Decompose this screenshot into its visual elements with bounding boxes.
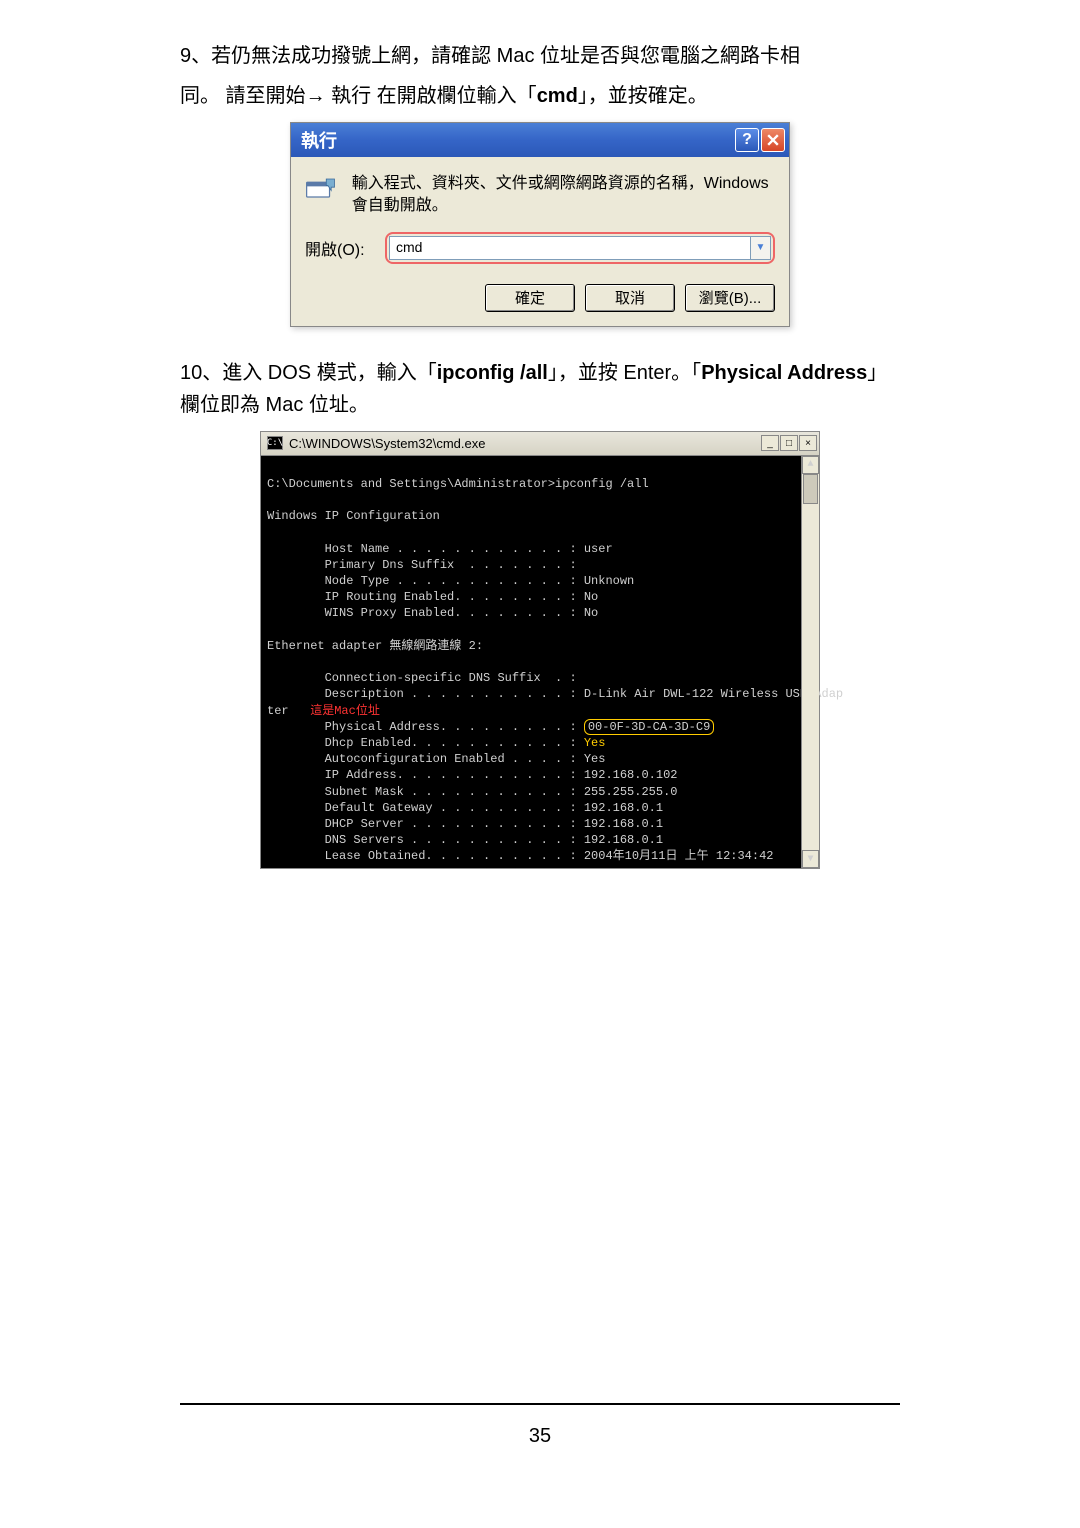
cmd-winsproxy: WINS Proxy Enabled. . . . . . . . : No [267, 606, 598, 620]
step9-mid: 執行 在開啟欄位輸入「 [326, 85, 537, 107]
scroll-thumb[interactable] [803, 474, 818, 504]
titlebar-buttons: ? [735, 128, 785, 152]
cmd-titlebar: C:\ C:\WINDOWS\System32\cmd.exe _ □ × [261, 432, 819, 456]
cmd-description: Description . . . . . . . . . . . : D-Li… [267, 687, 843, 701]
cmd-conndns: Connection-specific DNS Suffix . : [267, 671, 577, 685]
cmd-dhcp-label: Dhcp Enabled. . . . . . . . . . . : [267, 736, 584, 750]
arrow-icon: → [306, 85, 326, 107]
cmd-title: C:\WINDOWS\System32\cmd.exe [289, 436, 485, 451]
open-label: 開啟(O): [305, 236, 375, 260]
cmd-ipaddr: IP Address. . . . . . . . . . . . : 192.… [267, 768, 677, 782]
mac-note-label: 這是Mac位址 [289, 704, 380, 718]
cmd-hostname: Host Name . . . . . . . . . . . . : user [267, 542, 613, 556]
step9-line1: 9、若仍無法成功撥號上網，請確認 Mac 位址是否與您電腦之網路卡相 [180, 40, 900, 72]
dropdown-arrow-icon[interactable]: ▼ [751, 236, 771, 260]
cmd-autoconf: Autoconfiguration Enabled . . . . : Yes [267, 752, 605, 766]
run-title: 執行 [301, 127, 337, 153]
scroll-down-icon[interactable]: ▼ [802, 850, 819, 868]
minimize-button[interactable]: _ [761, 435, 779, 451]
step9-post: 」，並按確定。 [578, 85, 708, 107]
cmd-lease: Lease Obtained. . . . . . . . . . : 2004… [267, 849, 773, 863]
cmd-output: ▲▼ C:\Documents and Settings\Administrat… [261, 456, 819, 869]
input-highlight: cmd ▼ [385, 232, 775, 264]
cmd-icon: C:\ [267, 436, 283, 450]
maximize-button[interactable]: □ [780, 435, 798, 451]
cmd-dhcp-value: Yes [584, 736, 606, 750]
step10-cmd: ipconfig /all [437, 362, 548, 384]
cancel-button[interactable]: 取消 [585, 284, 675, 312]
cmd-iprouting: IP Routing Enabled. . . . . . . . : No [267, 590, 598, 604]
run-icon [305, 173, 338, 203]
step9-line2: 同。 請至開始→ 執行 在開啟欄位輸入「cmd」，並按確定。 [180, 80, 900, 112]
cmd-dnsservers: DNS Servers . . . . . . . . . . . : 192.… [267, 833, 663, 847]
browse-button[interactable]: 瀏覽(B)... [685, 284, 775, 312]
cmd-dhcpserver: DHCP Server . . . . . . . . . . . : 192.… [267, 817, 663, 831]
step10-physical: Physical Address [701, 362, 867, 384]
step10-mid: 」，並按 Enter。「 [548, 362, 701, 384]
step9-pre: 同。 請至開始 [180, 85, 306, 107]
cmd-gateway: Default Gateway . . . . . . . . . : 192.… [267, 801, 663, 815]
mac-address-value: 00-0F-3D-CA-3D-C9 [584, 719, 714, 735]
cmd-nodetype: Node Type . . . . . . . . . . . . : Unkn… [267, 574, 634, 588]
help-button[interactable]: ? [735, 128, 759, 152]
cmd-ter: ter [267, 704, 289, 718]
run-body: 輸入程式、資料夾、文件或網際網路資源的名稱，Windows 會自動開啟。 開啟(… [291, 157, 789, 326]
step10-text: 10、進入 DOS 模式，輸入「ipconfig /all」，並按 Enter。… [180, 357, 900, 421]
close-button[interactable] [761, 128, 785, 152]
cmd-primarydns: Primary Dns Suffix . . . . . . . : [267, 558, 577, 572]
cmd-window: C:\ C:\WINDOWS\System32\cmd.exe _ □ × ▲▼… [260, 431, 820, 870]
ok-button[interactable]: 確定 [485, 284, 575, 312]
footer-divider [180, 1403, 900, 1405]
cmd-adapter: Ethernet adapter 無線網路連線 2: [267, 639, 483, 653]
page-number: 35 [180, 1425, 900, 1448]
run-dialog: 執行 ? 輸入程式、資料夾、文件或網際網路資源的名稱，Windows 會自動開啟… [290, 122, 790, 327]
cmd-scrollbar[interactable]: ▲▼ [801, 456, 819, 869]
cmd-subnet: Subnet Mask . . . . . . . . . . . : 255.… [267, 785, 677, 799]
page-footer: 35 [180, 1403, 900, 1448]
open-input[interactable]: cmd [389, 236, 751, 260]
cmd-physaddr-label: Physical Address. . . . . . . . . : [267, 720, 584, 734]
step9-cmd: cmd [537, 85, 578, 107]
scroll-up-icon[interactable]: ▲ [802, 456, 819, 474]
cmd-header: Windows IP Configuration [267, 509, 440, 523]
cmd-prompt: C:\Documents and Settings\Administrator>… [267, 477, 649, 491]
cmd-close-button[interactable]: × [799, 435, 817, 451]
run-description: 輸入程式、資料夾、文件或網際網路資源的名稱，Windows 會自動開啟。 [352, 173, 775, 218]
step10-pre: 10、進入 DOS 模式，輸入「 [180, 362, 437, 384]
run-titlebar: 執行 ? [291, 123, 789, 157]
